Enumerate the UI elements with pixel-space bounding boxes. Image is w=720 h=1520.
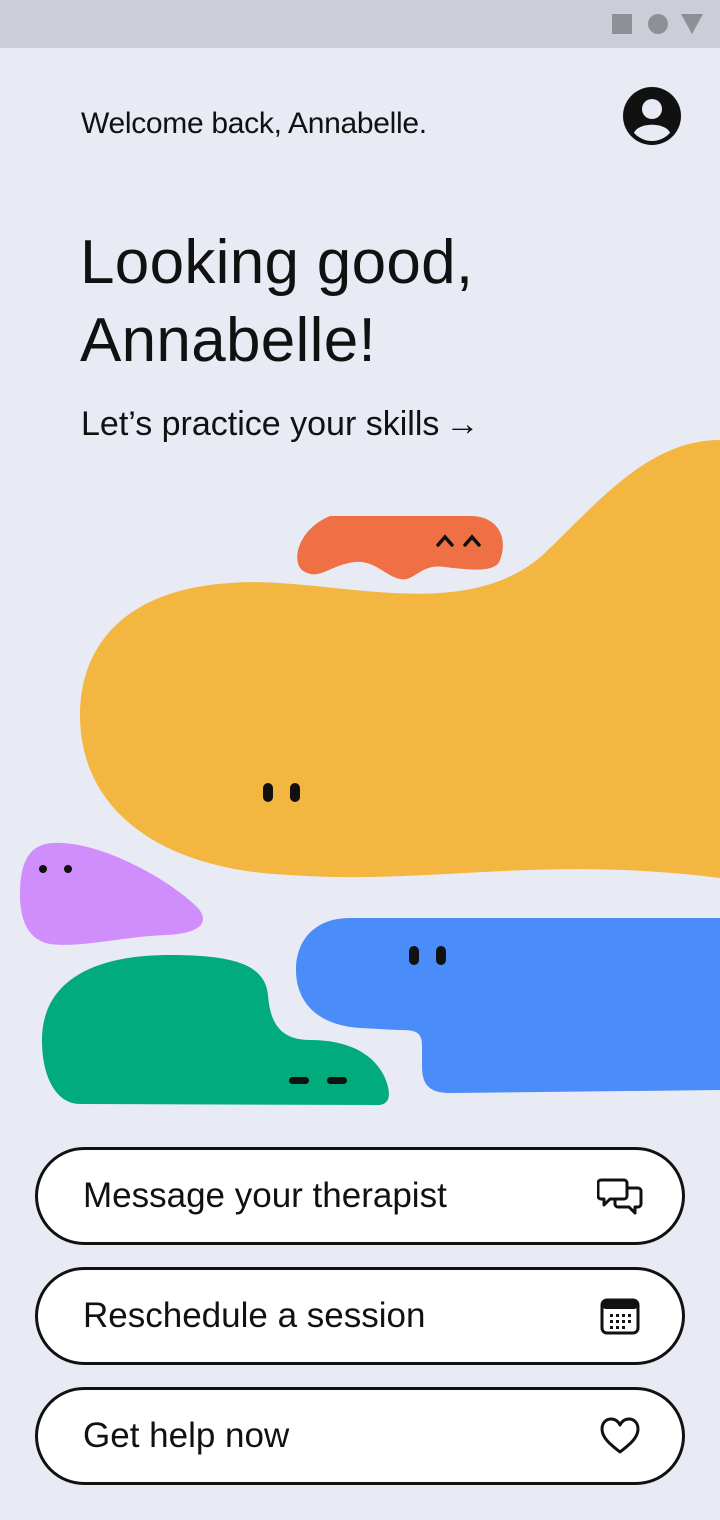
profile-avatar-icon[interactable] bbox=[622, 86, 682, 146]
message-therapist-label: Message your therapist bbox=[83, 1176, 447, 1215]
get-help-button[interactable]: Get help now bbox=[35, 1387, 685, 1485]
home-icon[interactable] bbox=[648, 14, 668, 34]
chat-bubbles-icon bbox=[596, 1172, 644, 1220]
heart-icon bbox=[596, 1412, 644, 1460]
reschedule-session-label: Reschedule a session bbox=[83, 1296, 426, 1335]
purple-blob-character bbox=[20, 842, 203, 945]
welcome-greeting: Welcome back, Annabelle. bbox=[81, 107, 427, 140]
orange-blob-character bbox=[297, 516, 503, 580]
status-bar bbox=[0, 0, 720, 48]
message-therapist-button[interactable]: Message your therapist bbox=[35, 1147, 685, 1245]
yellow-blob-character bbox=[80, 440, 720, 878]
back-icon[interactable] bbox=[681, 14, 703, 34]
recent-apps-icon[interactable] bbox=[612, 14, 632, 34]
get-help-label: Get help now bbox=[83, 1416, 290, 1455]
page-title: Looking good, Annabelle! bbox=[80, 228, 474, 375]
reschedule-session-button[interactable]: Reschedule a session bbox=[35, 1267, 685, 1365]
calendar-icon bbox=[596, 1292, 644, 1340]
mascot-blobs-illustration bbox=[20, 440, 720, 1105]
